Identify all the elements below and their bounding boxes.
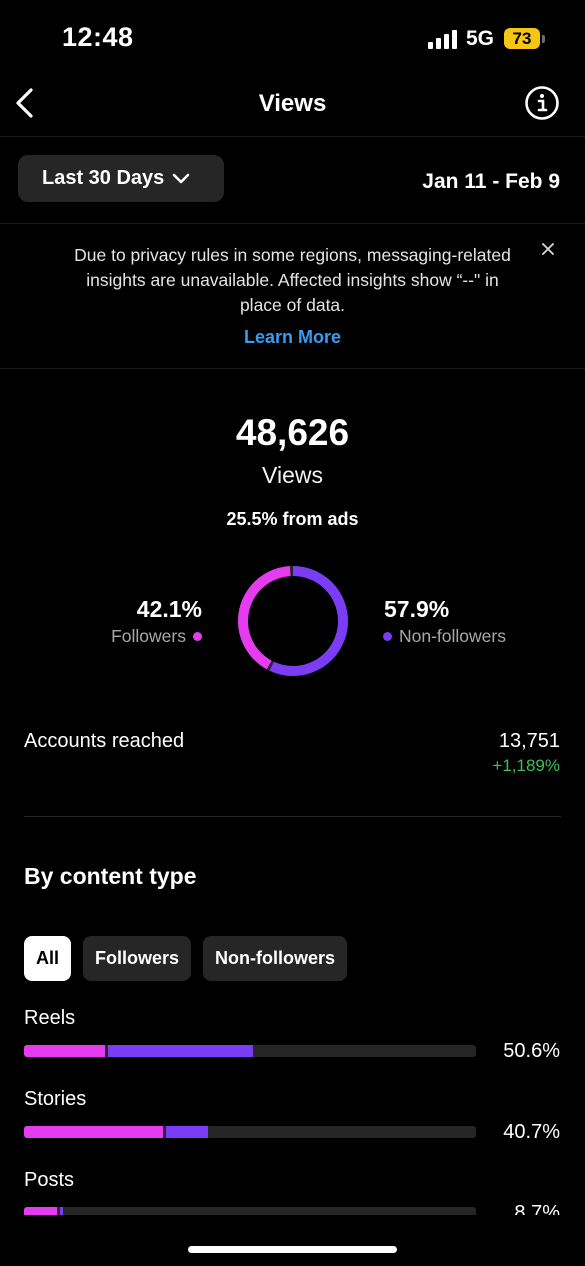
tab-nonfollowers[interactable]: Non-followers (203, 936, 348, 981)
content-row-reels: Reels 50.6% (0, 1000, 585, 1081)
nonfollowers-legend: Non-followers (383, 626, 506, 647)
row-percent: 50.6% (503, 1040, 560, 1062)
page-title: Views (258, 90, 327, 117)
privacy-notice: Due to privacy rules in some regions, me… (0, 224, 585, 369)
followers-percent: 42.1% (136, 596, 202, 622)
row-percent: 8.7% (514, 1202, 560, 1215)
section-title: By content type (24, 863, 197, 889)
home-indicator (188, 1246, 397, 1253)
followers-legend-label: Followers (111, 626, 186, 646)
accounts-reached-value: 13,751 (498, 730, 560, 752)
row-bar-nonfollowers (107, 1045, 253, 1057)
content-row-posts: Posts 8.7% (0, 1162, 585, 1215)
nonfollowers-percent: 57.9% (384, 596, 450, 622)
followers-legend: Followers (111, 626, 202, 647)
battery-nub (542, 35, 545, 43)
content-type-list: Reels 50.6% Stories 40.7% Posts 8.7% (0, 1000, 585, 1215)
nav-header: Views (0, 80, 585, 137)
row-bar-track (24, 1045, 476, 1057)
row-bar-nonfollowers (165, 1126, 208, 1138)
filter-row: Last 30 Days Jan 11 - Feb 9 (0, 137, 585, 224)
followers-dot (193, 632, 202, 641)
content-row-stories: Stories 40.7% (0, 1081, 585, 1162)
from-ads-text: 25.5% from ads (226, 509, 359, 529)
row-bar-followers (24, 1045, 105, 1057)
row-label: Posts (24, 1169, 75, 1191)
row-label: Reels (24, 1007, 76, 1029)
status-bar: 12:48 5G 73 (0, 0, 585, 80)
donut-followers-arc (238, 566, 348, 676)
status-time: 12:48 (62, 22, 134, 52)
row-bar-followers (24, 1207, 57, 1215)
network-type: 5G (466, 27, 495, 50)
tab-followers[interactable]: Followers (83, 936, 192, 981)
accounts-reached-delta: +1,189% (492, 756, 560, 775)
content-type-tabs: All Followers Non-followers (24, 936, 348, 981)
close-icon[interactable] (539, 240, 557, 258)
info-circle-icon[interactable] (524, 85, 560, 121)
audience-donut-chart (238, 566, 348, 676)
row-percent: 40.7% (503, 1121, 560, 1143)
learn-more-link[interactable]: Learn More (0, 327, 585, 348)
accounts-reached-label: Accounts reached (24, 730, 185, 752)
nonfollowers-dot (383, 632, 392, 641)
notice-text: Due to privacy rules in some regions, me… (74, 245, 511, 315)
date-range-dropdown[interactable]: Last 30 Days (18, 155, 224, 202)
total-views: 48,626 (235, 412, 350, 453)
date-range-dropdown-label: Last 30 Days (42, 167, 165, 189)
tab-all[interactable]: All (24, 936, 72, 981)
chevron-down-icon (172, 173, 190, 183)
row-label: Stories (24, 1088, 87, 1110)
signal-icon (428, 29, 458, 49)
date-range-text: Jan 11 - Feb 9 (422, 170, 560, 193)
row-bar-followers (24, 1126, 163, 1138)
battery-icon: 73 (504, 28, 540, 49)
row-bar-nonfollowers (59, 1207, 64, 1215)
total-views-label: Views (262, 462, 323, 488)
nonfollowers-legend-label: Non-followers (399, 626, 506, 646)
row-bar-track (24, 1207, 476, 1215)
divider (24, 816, 561, 817)
row-bar-track (24, 1126, 476, 1138)
